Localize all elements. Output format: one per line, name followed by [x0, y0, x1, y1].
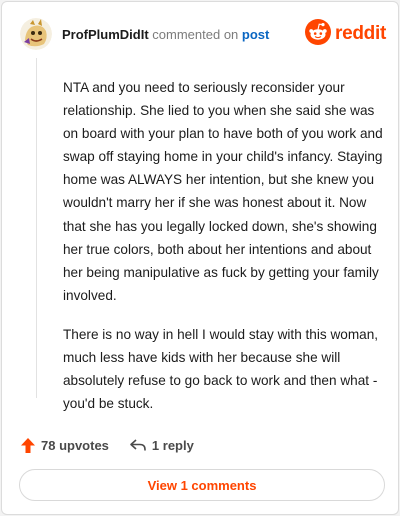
upvote-button[interactable]: 78 upvotes	[20, 437, 109, 454]
reply-arrow-icon	[129, 438, 147, 452]
comment-body: NTA and you need to seriously reconsider…	[63, 76, 385, 431]
comment-card: ProfPlumDidIt commented on post reddit N…	[1, 1, 399, 515]
view-comments-button[interactable]: View 1 comments	[19, 469, 385, 501]
comment-paragraph: There is no way in hell I would stay wit…	[63, 326, 379, 412]
comment-actions: 78 upvotes 1 reply	[20, 434, 194, 456]
upvote-count: 78 upvotes	[41, 437, 109, 453]
reddit-wordmark: reddit	[335, 23, 386, 44]
reddit-brand[interactable]: reddit	[305, 18, 386, 50]
comment-header: ProfPlumDidIt commented on post reddit	[20, 18, 386, 52]
username-link[interactable]: ProfPlumDidIt	[62, 27, 149, 42]
comment-meta: ProfPlumDidIt commented on post	[62, 27, 269, 42]
reply-button[interactable]: 1 reply	[129, 438, 194, 453]
reply-count: 1 reply	[151, 437, 194, 453]
reddit-logo-icon	[305, 18, 332, 50]
action-text: commented on	[152, 27, 239, 42]
upvote-arrow-icon	[20, 437, 36, 454]
post-link[interactable]: post	[242, 27, 269, 42]
thread-line	[36, 58, 37, 398]
comment-paragraph: NTA and you need to seriously reconsider…	[63, 80, 383, 303]
user-avatar[interactable]	[20, 18, 52, 50]
